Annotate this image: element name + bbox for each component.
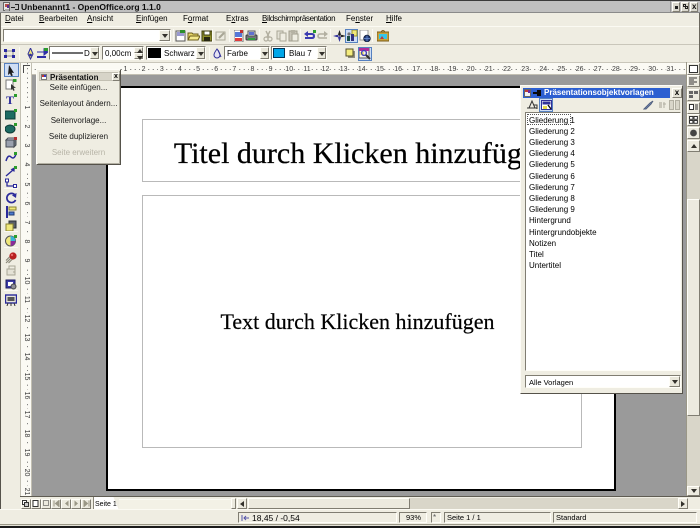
svg-text:T: T	[6, 94, 14, 106]
